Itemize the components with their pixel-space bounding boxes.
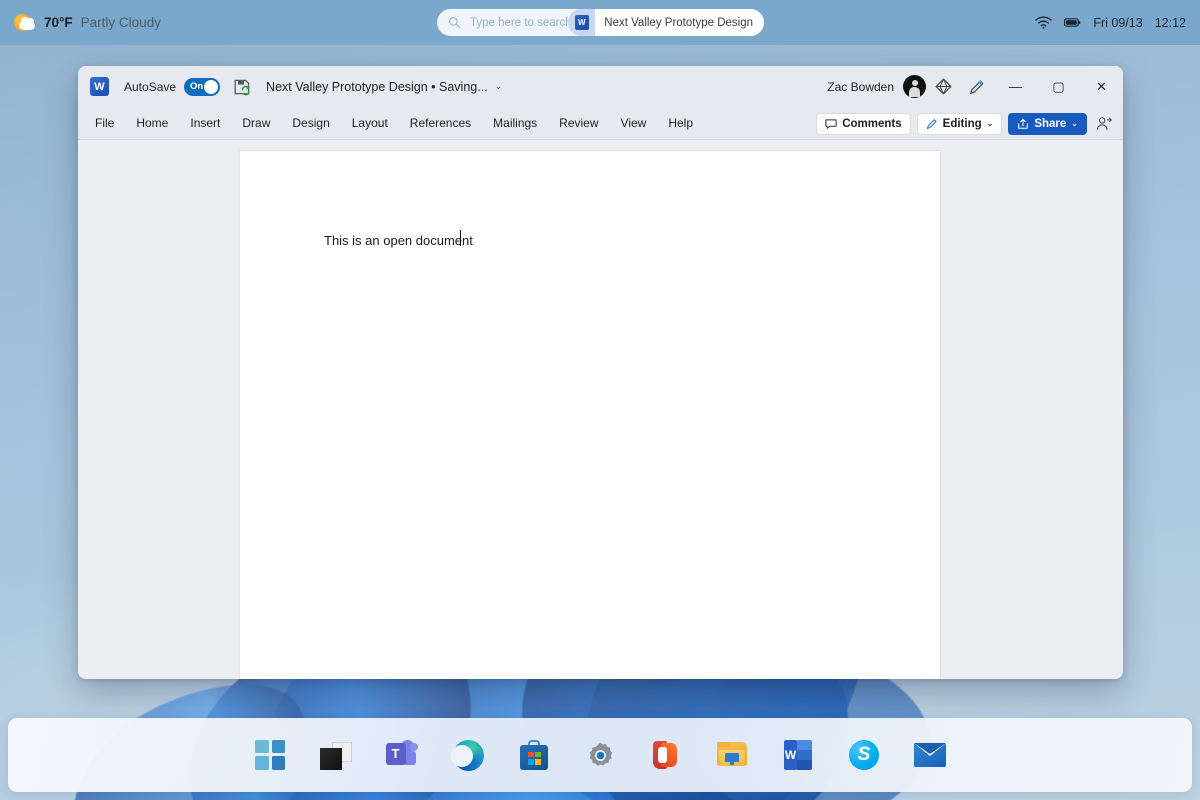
copilot-pencil-icon[interactable] [960, 66, 994, 107]
taskbar-item-file-explorer[interactable] [716, 739, 749, 772]
taskbar-item-settings[interactable] [584, 739, 617, 772]
system-tray: Fri 09/13 12:12 [1035, 0, 1186, 45]
text-cursor [460, 230, 462, 246]
chevron-down-icon: ⌄ [986, 119, 994, 128]
pencil-icon [926, 118, 937, 129]
store-icon [520, 739, 548, 770]
tab-mailings[interactable]: Mailings [482, 107, 548, 140]
window-controls-group: Zac Bowden — ▢ ✕ [827, 66, 1123, 107]
maximize-button[interactable]: ▢ [1037, 66, 1080, 107]
autosave-label: AutoSave [124, 79, 177, 94]
tab-view[interactable]: View [610, 107, 658, 140]
chevron-down-icon: ⌄ [1071, 119, 1078, 128]
partly-cloudy-icon [14, 13, 36, 33]
user-name[interactable]: Zac Bowden [827, 80, 894, 94]
share-label: Share [1034, 117, 1067, 130]
tab-help[interactable]: Help [657, 107, 704, 140]
clock-date[interactable]: Fri 09/13 [1093, 16, 1142, 30]
battery-icon[interactable] [1064, 15, 1081, 30]
mail-icon [914, 742, 946, 767]
ribbon-actions: Comments Editing ⌄ Share ⌄ [816, 107, 1115, 140]
taskbar-item-store[interactable] [518, 739, 551, 772]
office-icon [652, 740, 680, 770]
toggle-knob [204, 79, 219, 94]
task-view-icon [319, 741, 352, 770]
taskbar-item-skype[interactable]: S [848, 739, 881, 772]
word-title-bar: W AutoSave On Next Valley Prototype Desi… [78, 66, 1123, 166]
taskbar-item-word[interactable]: W [782, 739, 815, 772]
comments-label: Comments [842, 117, 902, 130]
gear-icon [585, 740, 616, 771]
word-icon-letter: W [784, 739, 797, 770]
tab-review[interactable]: Review [548, 107, 609, 140]
tab-insert[interactable]: Insert [179, 107, 231, 140]
search-icon [449, 17, 461, 29]
word-icon: W [568, 9, 596, 36]
tab-references[interactable]: References [399, 107, 482, 140]
taskbar-app-pill-label: Next Valley Prototype Design [604, 16, 753, 29]
weather-condition: Partly Cloudy [80, 15, 161, 30]
task-view-button[interactable] [319, 739, 353, 772]
word-icon-letter: W [574, 15, 589, 30]
document-body-text[interactable]: This is an open document [324, 233, 473, 248]
share-button[interactable]: Share ⌄ [1008, 112, 1087, 135]
save-sync-icon[interactable] [233, 78, 251, 96]
taskbar-item-teams[interactable]: T [385, 739, 419, 772]
folder-icon [717, 741, 747, 768]
taskbar-item-mail[interactable] [914, 739, 947, 772]
word-icon: W [784, 739, 812, 770]
wifi-icon[interactable] [1035, 15, 1053, 30]
tab-home[interactable]: Home [125, 107, 179, 140]
clock-time[interactable]: 12:12 [1155, 16, 1186, 30]
share-icon [1018, 118, 1029, 129]
skype-icon: S [849, 739, 879, 770]
autosave-state: On [190, 81, 204, 92]
taskbar-item-office[interactable] [650, 739, 683, 772]
close-button[interactable]: ✕ [1080, 66, 1123, 107]
taskbar-item-edge[interactable] [447, 739, 485, 772]
diamond-icon[interactable] [926, 66, 960, 107]
teams-icon-letter: T [385, 742, 406, 765]
taskbar-icon-row: T W S [8, 718, 1192, 792]
person-share-icon[interactable] [1093, 113, 1115, 135]
chevron-down-icon[interactable]: ⌄ [495, 81, 503, 92]
weather-widget[interactable]: 70°F Partly Cloudy [0, 13, 161, 33]
avatar[interactable] [903, 75, 926, 98]
tab-file[interactable]: File [84, 107, 125, 140]
start-button[interactable] [254, 739, 287, 772]
tab-layout[interactable]: Layout [341, 107, 399, 140]
windows-logo-icon [255, 739, 285, 770]
comment-bubble-icon [825, 118, 837, 129]
editing-label: Editing [942, 117, 982, 130]
teams-icon: T [385, 739, 418, 769]
word-icon: W [90, 77, 109, 96]
ribbon-tab-bar: File Home Insert Draw Design Layout Refe… [78, 107, 1123, 140]
weather-temperature: 70°F [44, 15, 73, 30]
taskbar-search-placeholder: Type here to search [470, 16, 572, 29]
autosave-toggle[interactable]: On [184, 77, 221, 96]
taskbar-search-box[interactable]: Type here to search W Next Valley Protot… [437, 9, 764, 36]
skype-icon-letter: S [857, 744, 871, 765]
document-canvas: This is an open document [78, 140, 1123, 679]
document-title[interactable]: Next Valley Prototype Design • Saving... [266, 80, 488, 94]
bottom-taskbar: T W S [8, 718, 1192, 792]
top-taskbar: 70°F Partly Cloudy Type here to search W… [0, 0, 1200, 45]
editing-button[interactable]: Editing ⌄ [916, 112, 1003, 135]
word-window: W AutoSave On Next Valley Prototype Desi… [78, 66, 1123, 679]
comments-button[interactable]: Comments [816, 112, 911, 135]
taskbar-app-pill[interactable]: W Next Valley Prototype Design [568, 9, 764, 36]
minimize-button[interactable]: — [994, 66, 1037, 107]
desktop: 70°F Partly Cloudy Type here to search W… [0, 0, 1200, 800]
word-icon-letter: W [94, 80, 105, 93]
tab-design[interactable]: Design [281, 107, 340, 140]
tab-draw[interactable]: Draw [231, 107, 281, 140]
document-page[interactable]: This is an open document [240, 151, 940, 679]
edge-icon [447, 739, 484, 771]
